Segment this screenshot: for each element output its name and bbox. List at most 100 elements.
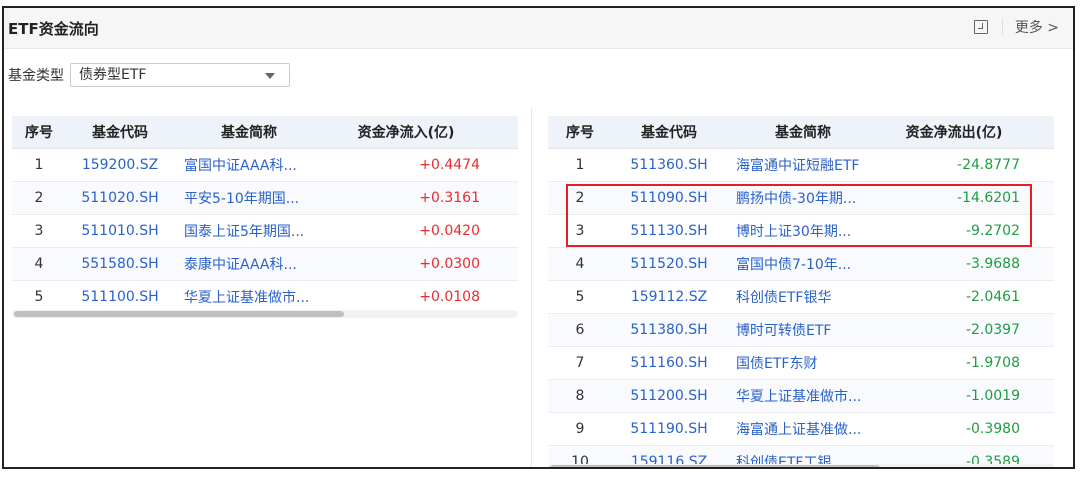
- flow-value: -1.9708: [880, 346, 1028, 380]
- row-index: 5: [548, 280, 612, 314]
- table-header-row: 序号 基金代码 基金简称 资金净流入(亿): [12, 116, 518, 149]
- fund-name-link[interactable]: 泰康中证AAA科...: [174, 247, 324, 281]
- col-header-inflow[interactable]: 资金净流入(亿): [324, 116, 488, 149]
- flow-value: +0.0420: [324, 214, 488, 248]
- col-header-spacer: [1028, 116, 1054, 149]
- row-spacer: [488, 214, 518, 248]
- col-header-code[interactable]: 基金代码: [612, 116, 726, 149]
- fund-name-link[interactable]: 华夏上证基准做市...: [174, 280, 324, 314]
- fund-name-link[interactable]: 国泰上证5年期国...: [174, 214, 324, 248]
- fund-code-link[interactable]: 511200.SH: [612, 379, 726, 413]
- row-index: 9: [548, 412, 612, 446]
- row-index: 2: [12, 181, 66, 215]
- inflow-scrollbar[interactable]: [12, 310, 518, 318]
- fund-name-link[interactable]: 科创债ETF银华: [726, 280, 880, 314]
- flow-value: +0.4474: [324, 148, 488, 182]
- etf-fund-flow-panel: ETF资金流向 更多 > 基金类型 债券型ETF 序号 基金代码 基金简称 资金…: [2, 6, 1075, 469]
- outflow-scrollbar[interactable]: [548, 464, 1054, 467]
- flow-value: -1.0019: [880, 379, 1028, 413]
- row-spacer: [1028, 247, 1054, 281]
- row-spacer: [1028, 280, 1054, 314]
- row-index: 3: [12, 214, 66, 248]
- row-index: 4: [12, 247, 66, 281]
- table-row[interactable]: 9 511190.SH 海富通上证基准做... -0.3980: [548, 412, 1054, 446]
- fund-code-link[interactable]: 511360.SH: [612, 148, 726, 182]
- flow-value: -3.9688: [880, 247, 1028, 281]
- fund-type-select[interactable]: 债券型ETF: [70, 63, 290, 87]
- flow-value: -2.0397: [880, 313, 1028, 347]
- flow-value: -0.3980: [880, 412, 1028, 446]
- col-header-name[interactable]: 基金简称: [174, 116, 324, 149]
- table-row[interactable]: 6 511380.SH 博时可转债ETF -2.0397: [548, 313, 1054, 347]
- table-row[interactable]: 1 159200.SZ 富国中证AAA科... +0.4474: [12, 148, 518, 182]
- flow-value: +0.0108: [324, 280, 488, 314]
- flow-value: +0.3161: [324, 181, 488, 215]
- fund-name-link[interactable]: 平安5-10年期国...: [174, 181, 324, 215]
- outflow-table: 序号 基金代码 基金简称 资金净流出(亿) 1 511360.SH 海富通中证短融E…: [548, 116, 1054, 467]
- fund-name-link[interactable]: 海富通中证短融ETF: [726, 148, 880, 182]
- panel-divider: [531, 108, 532, 467]
- row-spacer: [488, 181, 518, 215]
- fund-code-link[interactable]: 511010.SH: [66, 214, 174, 248]
- col-header-code[interactable]: 基金代码: [66, 116, 174, 149]
- export-icon[interactable]: [973, 20, 988, 34]
- fund-code-link[interactable]: 511190.SH: [612, 412, 726, 446]
- fund-name-link[interactable]: 富国中债7-10年...: [726, 247, 880, 281]
- tool-separator: [1001, 19, 1003, 35]
- row-spacer: [1028, 346, 1054, 380]
- row-index: 4: [548, 247, 612, 281]
- fund-code-link[interactable]: 551580.SH: [66, 247, 174, 281]
- col-header-outflow[interactable]: 资金净流出(亿): [880, 116, 1028, 149]
- fund-code-link[interactable]: 159200.SZ: [66, 148, 174, 182]
- fund-code-link[interactable]: 511380.SH: [612, 313, 726, 347]
- fund-name-link[interactable]: 海富通上证基准做...: [726, 412, 880, 446]
- fund-name-link[interactable]: 博时可转债ETF: [726, 313, 880, 347]
- table-header-row: 序号 基金代码 基金简称 资金净流出(亿): [548, 116, 1054, 149]
- table-row[interactable]: 5 159112.SZ 科创债ETF银华 -2.0461: [548, 280, 1054, 314]
- fund-name-link[interactable]: 富国中证AAA科...: [174, 148, 324, 182]
- fund-name-link[interactable]: 国债ETF东财: [726, 346, 880, 380]
- fund-name-link[interactable]: 华夏上证基准做市...: [726, 379, 880, 413]
- row-index: 1: [12, 148, 66, 182]
- fund-code-link[interactable]: 511160.SH: [612, 346, 726, 380]
- table-row[interactable]: 4 511520.SH 富国中债7-10年... -3.9688: [548, 247, 1054, 281]
- row-spacer: [488, 280, 518, 314]
- col-header-spacer: [488, 116, 518, 149]
- table-row[interactable]: 4 551580.SH 泰康中证AAA科... +0.0300: [12, 247, 518, 281]
- fund-code-link[interactable]: 511020.SH: [66, 181, 174, 215]
- table-row[interactable]: 1 511360.SH 海富通中证短融ETF -24.8777: [548, 148, 1054, 182]
- flow-value: -24.8777: [880, 148, 1028, 182]
- col-header-index[interactable]: 序号: [548, 116, 612, 149]
- chevron-down-icon: [265, 73, 275, 79]
- more-link[interactable]: 更多 >: [1015, 17, 1059, 37]
- table-row[interactable]: 8 511200.SH 华夏上证基准做市... -1.0019: [548, 379, 1054, 413]
- fund-code-link[interactable]: 159112.SZ: [612, 280, 726, 314]
- inflow-scroll-thumb[interactable]: [14, 311, 344, 317]
- row-index: 1: [548, 148, 612, 182]
- table-row[interactable]: 5 511100.SH 华夏上证基准做市... +0.0108: [12, 280, 518, 314]
- col-header-name[interactable]: 基金简称: [726, 116, 880, 149]
- outflow-scroll-thumb[interactable]: [550, 465, 880, 467]
- panel-header: ETF资金流向 更多 >: [4, 8, 1073, 49]
- row-spacer: [1028, 379, 1054, 413]
- table-row[interactable]: 7 511160.SH 国债ETF东财 -1.9708: [548, 346, 1054, 380]
- table-row[interactable]: 2 511020.SH 平安5-10年期国... +0.3161: [12, 181, 518, 215]
- fund-type-value: 债券型ETF: [79, 67, 147, 83]
- row-spacer: [1028, 313, 1054, 347]
- row-spacer: [1028, 412, 1054, 446]
- fund-code-link[interactable]: 511520.SH: [612, 247, 726, 281]
- inflow-table: 序号 基金代码 基金简称 资金净流入(亿) 1 159200.SZ 富国中证AAA科…: [12, 116, 518, 314]
- header-tools: 更多 >: [973, 17, 1059, 37]
- row-index: 7: [548, 346, 612, 380]
- table-row[interactable]: 3 511010.SH 国泰上证5年期国... +0.0420: [12, 214, 518, 248]
- fund-code-link[interactable]: 511100.SH: [66, 280, 174, 314]
- row-spacer: [488, 148, 518, 182]
- fund-type-filter: 基金类型 债券型ETF: [8, 62, 290, 88]
- row-spacer: [488, 247, 518, 281]
- flow-value: -2.0461: [880, 280, 1028, 314]
- row-index: 8: [548, 379, 612, 413]
- fund-type-label: 基金类型: [8, 68, 64, 84]
- row-spacer: [1028, 148, 1054, 182]
- col-header-index[interactable]: 序号: [12, 116, 66, 149]
- flow-value: +0.0300: [324, 247, 488, 281]
